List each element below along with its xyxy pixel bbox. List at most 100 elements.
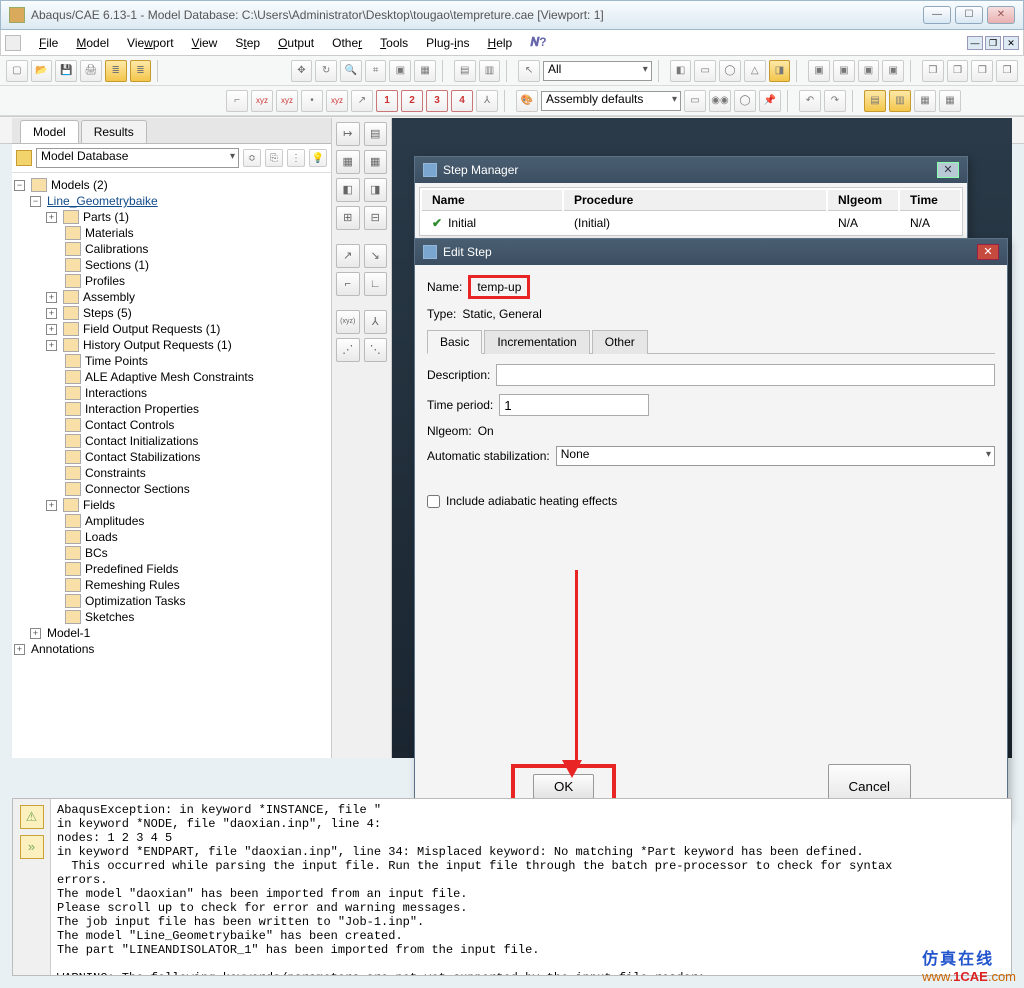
persp-icon[interactable]: ◨ xyxy=(769,60,791,82)
cube1-icon[interactable]: ❒ xyxy=(922,60,944,82)
csys-l-icon[interactable]: ⌐ xyxy=(226,90,248,112)
tree-item[interactable]: +History Output Requests (1) xyxy=(14,337,329,353)
window-minimize-button[interactable]: — xyxy=(923,6,951,24)
tab-results[interactable]: Results xyxy=(81,120,147,143)
expand-icon[interactable]: + xyxy=(46,500,57,511)
num3-icon[interactable]: 3 xyxy=(426,90,448,112)
menu-output[interactable]: Output xyxy=(270,33,322,53)
selection-filter-combo[interactable]: All xyxy=(543,61,652,81)
edit-step-close-button[interactable]: ✕ xyxy=(977,244,999,260)
palette-icon[interactable]: 🎨 xyxy=(516,90,538,112)
message-next-icon[interactable]: » xyxy=(20,835,44,859)
cube4-icon[interactable]: ❒ xyxy=(996,60,1018,82)
tree-item[interactable]: Calibrations xyxy=(14,241,329,257)
tree-item[interactable]: +Fields xyxy=(14,497,329,513)
window-close-button[interactable]: ✕ xyxy=(987,6,1015,24)
menu-other[interactable]: Other xyxy=(324,33,370,53)
menu-view[interactable]: View xyxy=(184,33,226,53)
zoom-box-icon[interactable]: ⌗ xyxy=(365,60,387,82)
csys-xyz3-icon[interactable]: xyz xyxy=(326,90,348,112)
tree-item[interactable]: Sketches xyxy=(14,609,329,625)
tree-item[interactable]: +Field Output Requests (1) xyxy=(14,321,329,337)
tab-model[interactable]: Model xyxy=(20,120,79,143)
tab-incrementation[interactable]: Incrementation xyxy=(484,330,589,354)
expand-icon[interactable]: + xyxy=(14,644,25,655)
tree-item[interactable]: Interaction Properties xyxy=(14,401,329,417)
description-input[interactable] xyxy=(496,364,995,386)
csys-arrow-icon[interactable]: ↗ xyxy=(351,90,373,112)
rotate-icon[interactable]: ↻ xyxy=(315,60,337,82)
tree-item[interactable]: Sections (1) xyxy=(14,257,329,273)
tool-c2-icon[interactable]: ◨ xyxy=(364,178,388,202)
grid2-icon[interactable]: ▥ xyxy=(479,60,501,82)
layers-icon[interactable]: ▦ xyxy=(914,90,936,112)
shape-pin-icon[interactable]: 📌 xyxy=(759,90,781,112)
iso1-icon[interactable]: ▣ xyxy=(808,60,830,82)
view-circle-icon[interactable]: ◯ xyxy=(719,60,741,82)
expand-icon[interactable]: + xyxy=(46,340,57,351)
adiabatic-checkbox[interactable] xyxy=(427,495,440,508)
menu-help[interactable]: Help xyxy=(480,33,521,53)
tool-d2-icon[interactable]: ⊟ xyxy=(364,206,388,230)
tree-item[interactable]: Contact Initializations xyxy=(14,433,329,449)
tree-item[interactable]: Contact Stabilizations xyxy=(14,449,329,465)
iso3-icon[interactable]: ▣ xyxy=(858,60,880,82)
mdi-minimize-button[interactable]: — xyxy=(967,36,983,50)
zoom-icon[interactable]: 🔍 xyxy=(340,60,362,82)
mdi-restore-button[interactable]: ❐ xyxy=(985,36,1001,50)
database-combo[interactable]: Model Database xyxy=(36,148,239,168)
db-tool2-icon[interactable]: ⎘ xyxy=(265,149,283,167)
tree-item[interactable]: Amplitudes xyxy=(14,513,329,529)
db-tool4-icon[interactable]: 💡 xyxy=(309,149,327,167)
view-box-icon[interactable]: ▭ xyxy=(694,60,716,82)
tool-h2-icon[interactable]: ⋱ xyxy=(364,338,388,362)
csys-dot-icon[interactable]: • xyxy=(301,90,323,112)
menu-step[interactable]: Step xyxy=(227,33,268,53)
undo-icon[interactable]: ↶ xyxy=(799,90,821,112)
cube3-icon[interactable]: ❒ xyxy=(971,60,993,82)
tree-item[interactable]: Optimization Tasks xyxy=(14,593,329,609)
menu-file[interactable]: File xyxy=(31,33,66,53)
tree-item[interactable]: ALE Adaptive Mesh Constraints xyxy=(14,369,329,385)
expand-icon[interactable]: + xyxy=(30,628,41,639)
time-period-input[interactable] xyxy=(499,394,649,416)
num4-icon[interactable]: 4 xyxy=(451,90,473,112)
tree-item[interactable]: Remeshing Rules xyxy=(14,577,329,593)
num2-icon[interactable]: 2 xyxy=(401,90,423,112)
edit-step-titlebar[interactable]: Edit Step ✕ xyxy=(415,239,1007,265)
message-warn-icon[interactable]: ⚠ xyxy=(20,805,44,829)
view-cube-icon[interactable]: ◧ xyxy=(670,60,692,82)
open-icon[interactable]: 📂 xyxy=(31,60,53,82)
menu-plugins[interactable]: Plug-ins xyxy=(418,33,477,53)
print-icon[interactable]: 🖨 xyxy=(80,60,102,82)
model-tree[interactable]: −Models (2) −Line_Geometrybaike +Parts (… xyxy=(12,173,331,758)
auto-fit-icon[interactable]: ▦ xyxy=(414,60,436,82)
tree-item[interactable]: Profiles xyxy=(14,273,329,289)
annot1-icon[interactable]: ▤ xyxy=(864,90,886,112)
step-manager-close-button[interactable]: ✕ xyxy=(937,162,959,178)
tool-g1-icon[interactable]: (xyz) xyxy=(336,310,360,334)
tool-g2-icon[interactable]: ⅄ xyxy=(364,310,388,334)
db-tool1-icon[interactable]: ≎ xyxy=(243,149,261,167)
tool-b1-icon[interactable]: ▦ xyxy=(336,150,360,174)
tool-d1-icon[interactable]: ⊞ xyxy=(336,206,360,230)
shape-circ-icon[interactable]: ◯ xyxy=(734,90,756,112)
tree-item[interactable]: +Parts (1) xyxy=(14,209,329,225)
tab-basic[interactable]: Basic xyxy=(427,330,482,354)
tree-model-linegeom[interactable]: Line_Geometrybaike xyxy=(47,194,158,208)
menu-tools[interactable]: Tools xyxy=(372,33,416,53)
tree-item[interactable]: Materials xyxy=(14,225,329,241)
save-icon[interactable]: 💾 xyxy=(55,60,77,82)
menu-model[interactable]: Model xyxy=(68,33,117,53)
tree-item[interactable]: +Steps (5) xyxy=(14,305,329,321)
expand-icon[interactable]: + xyxy=(46,308,57,319)
db2-icon[interactable]: ≣ xyxy=(130,60,152,82)
tool-c1-icon[interactable]: ◧ xyxy=(336,178,360,202)
shape-group-icon[interactable]: ◉◉ xyxy=(709,90,731,112)
tool-f2-icon[interactable]: ∟ xyxy=(364,272,388,296)
redo-icon[interactable]: ↷ xyxy=(824,90,846,112)
tree-annotations[interactable]: Annotations xyxy=(31,642,94,656)
tree-model-1[interactable]: Model-1 xyxy=(47,626,90,640)
tool-a1-icon[interactable]: ↦ xyxy=(336,122,360,146)
tile-icon[interactable]: ▦ xyxy=(939,90,961,112)
